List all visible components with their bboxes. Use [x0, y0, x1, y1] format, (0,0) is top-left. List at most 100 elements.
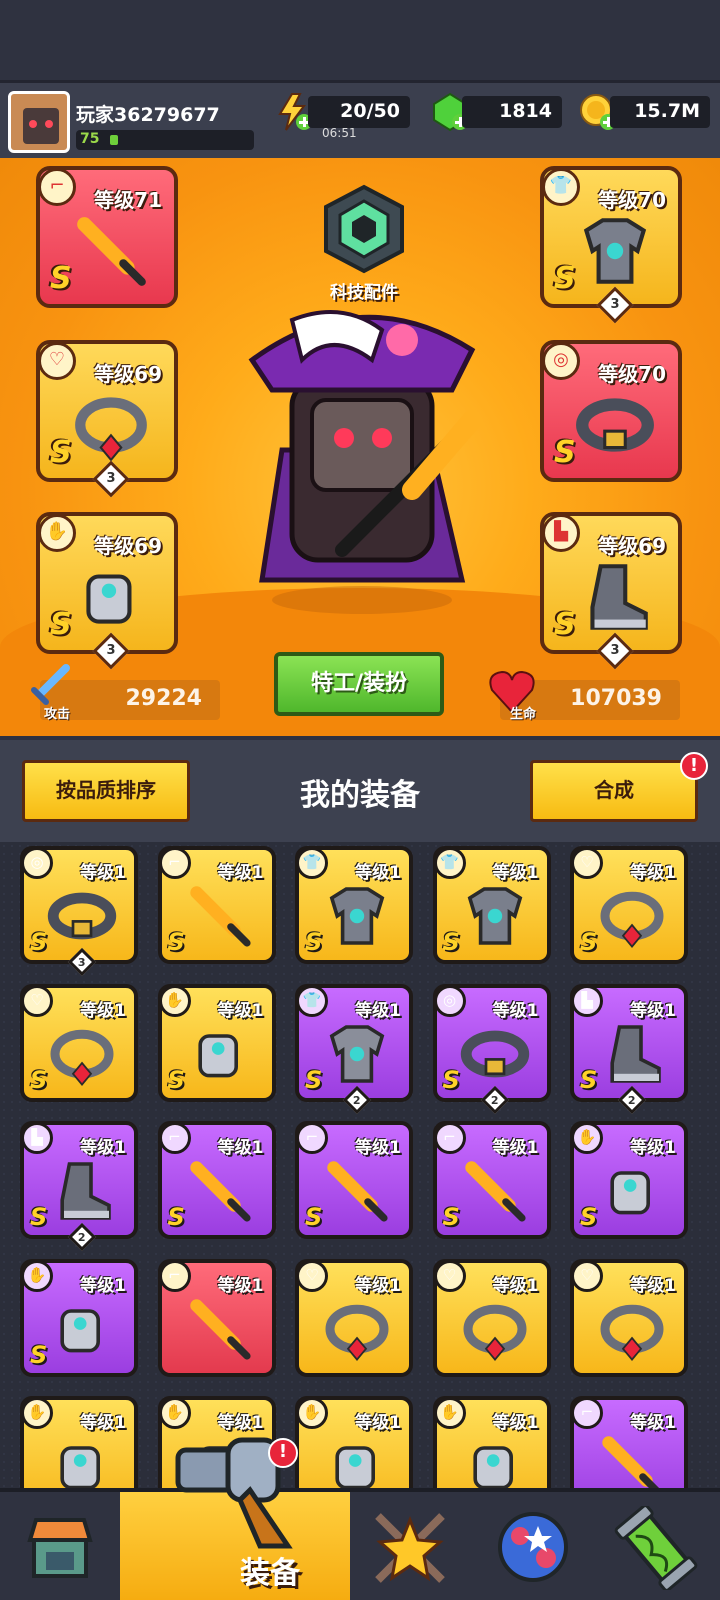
slot-level: 等级70	[598, 188, 666, 212]
shirt-icon: 👕	[296, 847, 328, 879]
planet-icon	[498, 1512, 568, 1582]
necklace-item-art	[596, 1293, 668, 1365]
avatar-face	[23, 108, 59, 144]
item-level: 等级1	[492, 1000, 539, 1021]
avatar[interactable]: 54	[8, 91, 70, 153]
inventory-item[interactable]: ♡ 等级1	[570, 1258, 688, 1377]
attack-value: 29224	[125, 686, 202, 711]
inventory-item[interactable]: ♡ 等级1	[295, 1258, 413, 1377]
item-level: 等级1	[355, 1275, 401, 1296]
glove-icon: ✋	[38, 514, 76, 552]
item-grade: S	[580, 1065, 598, 1094]
xp-fill	[110, 135, 119, 145]
boot-icon: ▙	[571, 984, 603, 1017]
agent-character[interactable]	[222, 290, 502, 620]
slot-level: 等级71	[94, 188, 162, 212]
item-grade: S	[442, 928, 460, 956]
item-grade: S	[305, 1065, 323, 1094]
hp-label: 生命	[510, 707, 537, 722]
necklace-icon: ♡	[433, 1259, 466, 1292]
item-grade: S	[167, 1065, 185, 1094]
item-level: 等级1	[630, 1000, 676, 1021]
item-level: 等级1	[80, 863, 126, 883]
necklace-icon: ♡	[296, 1259, 328, 1292]
inventory-item[interactable]: ⌐ 等级1 S	[157, 1121, 276, 1239]
gun-item-art	[459, 1155, 531, 1227]
inventory-item[interactable]: ⌐ 等级1	[157, 1258, 276, 1377]
shirt-icon: 👕	[542, 168, 580, 206]
armor-icon	[574, 210, 656, 292]
inventory-item[interactable]: ⌐ 等级1 S	[295, 1121, 413, 1239]
equipped-slot-right-2[interactable]: ◎ 等级70 S	[540, 340, 682, 482]
boot-item-art	[596, 1018, 668, 1090]
nav-tab-lab[interactable]	[596, 1492, 716, 1600]
item-grade: S	[305, 928, 323, 956]
shop-icon	[27, 1518, 93, 1578]
slot-grade: S	[50, 607, 72, 642]
tech-accessory-icon[interactable]	[318, 183, 410, 275]
item-level: 等级1	[630, 1275, 676, 1296]
item-grade: S	[30, 1340, 48, 1369]
inventory-item[interactable]: ⌐ 等级1 S	[432, 1121, 551, 1239]
item-level: 等级1	[355, 1138, 401, 1158]
inventory-item[interactable]: ▙ 等级1 S 2	[570, 983, 688, 1114]
item-level: 等级1	[217, 1000, 264, 1021]
nav-tab-battle[interactable]	[352, 1492, 472, 1600]
slot-level: 等级70	[598, 362, 666, 386]
dna-capsule-icon	[614, 1506, 698, 1590]
attack-label: 攻击	[44, 707, 71, 722]
equipped-slot-left-1[interactable]: ⌐ 等级71 S	[36, 166, 178, 308]
inventory-item[interactable]: ⌐ 等级1 S	[157, 846, 276, 964]
agent-outfit-button[interactable]: 特工/装扮	[274, 652, 444, 716]
glove-icon: ✋	[571, 1122, 603, 1154]
inventory-item[interactable]: ♡ 等级1 S	[20, 983, 138, 1102]
inventory-item[interactable]: 👕 等级1 S	[295, 846, 413, 964]
inventory-item[interactable]: ✋ 等级1 S	[20, 1258, 138, 1377]
slot-grade: S	[554, 607, 576, 642]
item-level: 等级1	[217, 1138, 264, 1158]
item-grade: S	[167, 1203, 185, 1231]
inventory-item[interactable]: ♡ 等级1 S	[570, 846, 688, 964]
hp-value: 107039	[570, 686, 662, 711]
item-grade: S	[167, 928, 185, 956]
inventory-item[interactable]: ✋ 等级1 S	[570, 1121, 688, 1239]
equipped-slot-left-3[interactable]: ✋ 等级69 S 3	[36, 512, 178, 670]
nav-tab-planet[interactable]	[474, 1492, 594, 1600]
slot-grade: S	[554, 261, 576, 296]
slot-grade: S	[554, 435, 576, 470]
equipped-slot-right-3[interactable]: ▙ 等级69 S 3	[540, 512, 682, 670]
boot-item-icon	[574, 556, 656, 638]
gem-value: 1814	[499, 100, 552, 122]
item-level: 等级1	[630, 863, 676, 883]
nav-tab-shop[interactable]	[0, 1492, 120, 1600]
boot-item-art	[46, 1155, 118, 1227]
player-name: 玩家36279677	[76, 104, 220, 126]
inventory-item[interactable]: ◎ 等级1 S 3	[20, 846, 138, 977]
energy-timer: 06:51	[322, 126, 357, 140]
sort-by-quality-button[interactable]: 按品质排序	[22, 760, 190, 822]
gun-item-art	[184, 1155, 256, 1227]
item-level: 等级1	[492, 1275, 539, 1296]
equipped-slot-right-1[interactable]: 👕 等级70 S 3	[540, 166, 682, 324]
merge-button[interactable]: 合成	[530, 760, 698, 822]
item-level: 等级1	[355, 1413, 401, 1433]
item-grade: S	[305, 1203, 323, 1231]
necklace-item-art	[46, 1018, 118, 1090]
inventory-item[interactable]: ▙ 等级1 S 2	[20, 1121, 138, 1252]
equipped-slot-left-2[interactable]: ♡ 等级69 S 3	[36, 340, 178, 498]
inventory-item[interactable]: ♡ 等级1	[432, 1258, 551, 1377]
inventory-item[interactable]: ✋ 等级1 S	[157, 983, 276, 1102]
item-grade: S	[442, 1065, 460, 1094]
xp-bar: 75	[76, 130, 254, 150]
gun-icon: ⌐	[433, 1122, 466, 1154]
inventory-item[interactable]: ◎ 等级1 S 2	[432, 983, 551, 1114]
inventory-item[interactable]: 👕 等级1 S 2	[295, 983, 413, 1114]
slot-grade: S	[50, 435, 72, 470]
glove-icon: ✋	[296, 1397, 328, 1429]
necklace-icon: ♡	[38, 342, 76, 380]
item-level: 等级1	[80, 1275, 126, 1296]
inventory-item[interactable]: 👕 等级1 S	[432, 846, 551, 964]
belt-item-art	[459, 1018, 531, 1090]
glove-item-art	[184, 1018, 256, 1090]
gun-icon: ⌐	[296, 1122, 328, 1154]
